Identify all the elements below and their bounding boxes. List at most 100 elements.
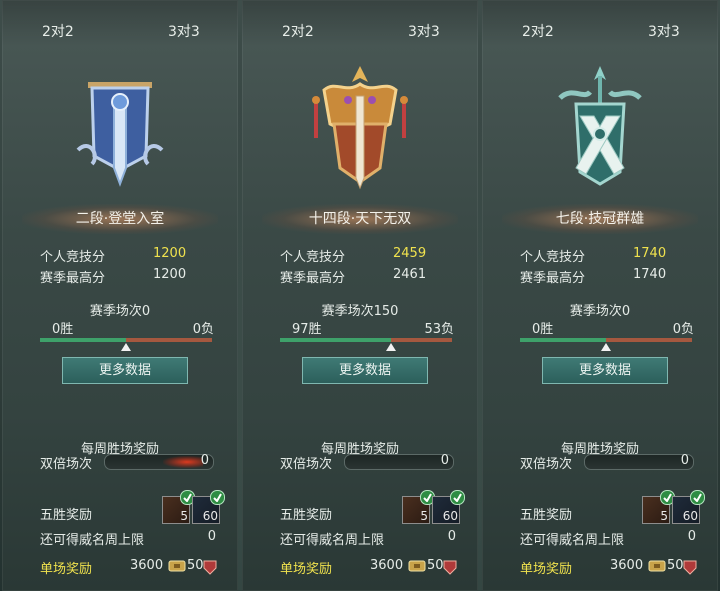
tab-3v3[interactable]: 3对3	[168, 21, 200, 41]
mode-tabs: 2对2 3对3	[2, 0, 238, 46]
reward-prestige-amount: 50	[187, 558, 204, 573]
reward-coin-amount: 3600	[610, 558, 644, 573]
reward-scroll-count: 60	[682, 509, 698, 523]
win-loss-bar	[40, 338, 212, 351]
personal-score-label: 个人竞技分	[280, 250, 346, 265]
double-matches-bar: 0	[584, 453, 694, 470]
reward-coin-amount: 3600	[370, 558, 404, 573]
win-rate-marker-icon	[601, 343, 611, 351]
rank-title: 七段·技冠群雄	[555, 211, 645, 227]
season-best-row: 赛季最高分 1200	[40, 267, 218, 286]
losses-count: 0负	[672, 322, 694, 337]
more-data-button[interactable]: 更多数据	[542, 357, 668, 384]
single-match-reward-row: 单场奖励 3600 50	[280, 558, 464, 578]
personal-score-row: 个人竞技分 1740	[520, 246, 698, 265]
rank-panel-2v2-right: 2对2 3对3 七段·技冠群雄 个人竞技分 1740 赛季最高分 1740 赛季…	[482, 0, 718, 591]
pvp-rank-screen: 2对2 3对3 二段·登堂入室 个人竞技分 1200 赛季最高分 1200 赛季…	[0, 0, 720, 591]
wins-count: 97胜	[292, 322, 322, 337]
losses-count: 53负	[424, 322, 454, 337]
reward-chest-count: 5	[660, 509, 668, 523]
reward-prestige-amount: 50	[427, 558, 444, 573]
weekly-limit-label: 还可得威名周上限	[280, 533, 385, 548]
personal-score-label: 个人竞技分	[40, 250, 106, 265]
season-best-value: 2461	[393, 267, 427, 282]
golden-crown-emblem-icon	[312, 66, 408, 190]
crossed-swords-emblem-icon	[558, 66, 642, 186]
personal-score-row: 个人竞技分 2459	[280, 246, 458, 265]
weekly-limit-value: 0	[207, 529, 216, 544]
reward-scroll-icon[interactable]: 60	[432, 490, 465, 524]
five-win-reward-label: 五胜奖励	[40, 508, 93, 523]
coin-icon	[408, 560, 426, 572]
reward-scroll-count: 60	[202, 509, 218, 523]
reward-chest-count: 5	[180, 509, 188, 523]
double-matches-value: 0	[440, 453, 449, 468]
double-matches-value: 0	[680, 453, 689, 468]
personal-score-value: 2459	[393, 246, 427, 261]
weekly-limit-row: 还可得威名周上限 0	[280, 529, 458, 548]
mode-tabs: 2对2 3对3	[242, 0, 478, 46]
tab-3v3[interactable]: 3对3	[408, 21, 440, 41]
prestige-shield-icon	[443, 560, 457, 575]
double-matches-bar: 0	[104, 453, 214, 470]
double-matches-label: 双倍场次	[40, 457, 93, 472]
losses-count: 0负	[192, 322, 214, 337]
single-match-reward-row: 单场奖励 3600 50	[520, 558, 704, 578]
rank-banner: 十四段·天下无双	[262, 204, 458, 234]
double-matches-bar: 0	[344, 453, 454, 470]
rank-panel-2v2-middle: 2对2 3对3 十四段·天下无双 个人竞技分 2459 赛季最高分 2461 赛…	[242, 0, 478, 591]
reward-scroll-icon[interactable]: 60	[192, 490, 225, 524]
season-best-value: 1200	[153, 267, 187, 282]
check-icon	[450, 490, 465, 505]
reward-chest-icon[interactable]: 5	[402, 490, 435, 524]
rank-panel-2v2-left: 2对2 3对3 二段·登堂入室 个人竞技分 1200 赛季最高分 1200 赛季…	[2, 0, 238, 591]
more-data-button[interactable]: 更多数据	[62, 357, 188, 384]
wins-count: 0胜	[52, 322, 74, 337]
weekly-limit-value: 0	[687, 529, 696, 544]
weekly-limit-label: 还可得威名周上限	[40, 533, 145, 548]
weekly-limit-value: 0	[447, 529, 456, 544]
double-matches-value: 0	[200, 453, 209, 468]
reward-scroll-count: 60	[442, 509, 458, 523]
tab-2v2[interactable]: 2对2	[282, 21, 314, 41]
season-best-label: 赛季最高分	[520, 271, 586, 286]
personal-score-value: 1200	[153, 246, 187, 261]
weekly-limit-row: 还可得威名周上限 0	[520, 529, 698, 548]
single-reward-label: 单场奖励	[40, 562, 93, 577]
double-matches-label: 双倍场次	[520, 457, 573, 472]
rank-banner: 七段·技冠群雄	[502, 204, 698, 234]
reward-scroll-icon[interactable]: 60	[672, 490, 705, 524]
single-match-reward-row: 单场奖励 3600 50	[40, 558, 224, 578]
more-data-button[interactable]: 更多数据	[302, 357, 428, 384]
season-best-row: 赛季最高分 2461	[280, 267, 458, 286]
reward-prestige-amount: 50	[667, 558, 684, 573]
coin-icon	[168, 560, 186, 572]
coin-icon	[648, 560, 666, 572]
tab-2v2[interactable]: 2对2	[522, 21, 554, 41]
win-loss-bar	[520, 338, 692, 351]
five-win-reward-label: 五胜奖励	[280, 508, 333, 523]
check-icon	[210, 490, 225, 505]
rank-title: 十四段·天下无双	[308, 211, 412, 227]
reward-coin-amount: 3600	[130, 558, 164, 573]
personal-score-row: 个人竞技分 1200	[40, 246, 218, 265]
win-rate-marker-icon	[386, 343, 396, 351]
reward-chest-count: 5	[420, 509, 428, 523]
weekly-limit-label: 还可得威名周上限	[520, 533, 625, 548]
weekly-limit-row: 还可得威名周上限 0	[40, 529, 218, 548]
reward-chest-icon[interactable]: 5	[642, 490, 675, 524]
prestige-shield-icon	[683, 560, 697, 575]
reward-chest-icon[interactable]: 5	[162, 490, 195, 524]
win-loss-bar	[280, 338, 452, 351]
five-win-reward-label: 五胜奖励	[520, 508, 573, 523]
tab-2v2[interactable]: 2对2	[42, 21, 74, 41]
season-best-label: 赛季最高分	[280, 271, 346, 286]
personal-score-label: 个人竞技分	[520, 250, 586, 265]
rank-title: 二段·登堂入室	[75, 211, 165, 227]
single-reward-label: 单场奖励	[280, 562, 333, 577]
tab-3v3[interactable]: 3对3	[648, 21, 680, 41]
season-best-row: 赛季最高分 1740	[520, 267, 698, 286]
prestige-shield-icon	[203, 560, 217, 575]
season-best-value: 1740	[633, 267, 667, 282]
wins-count: 0胜	[532, 322, 554, 337]
